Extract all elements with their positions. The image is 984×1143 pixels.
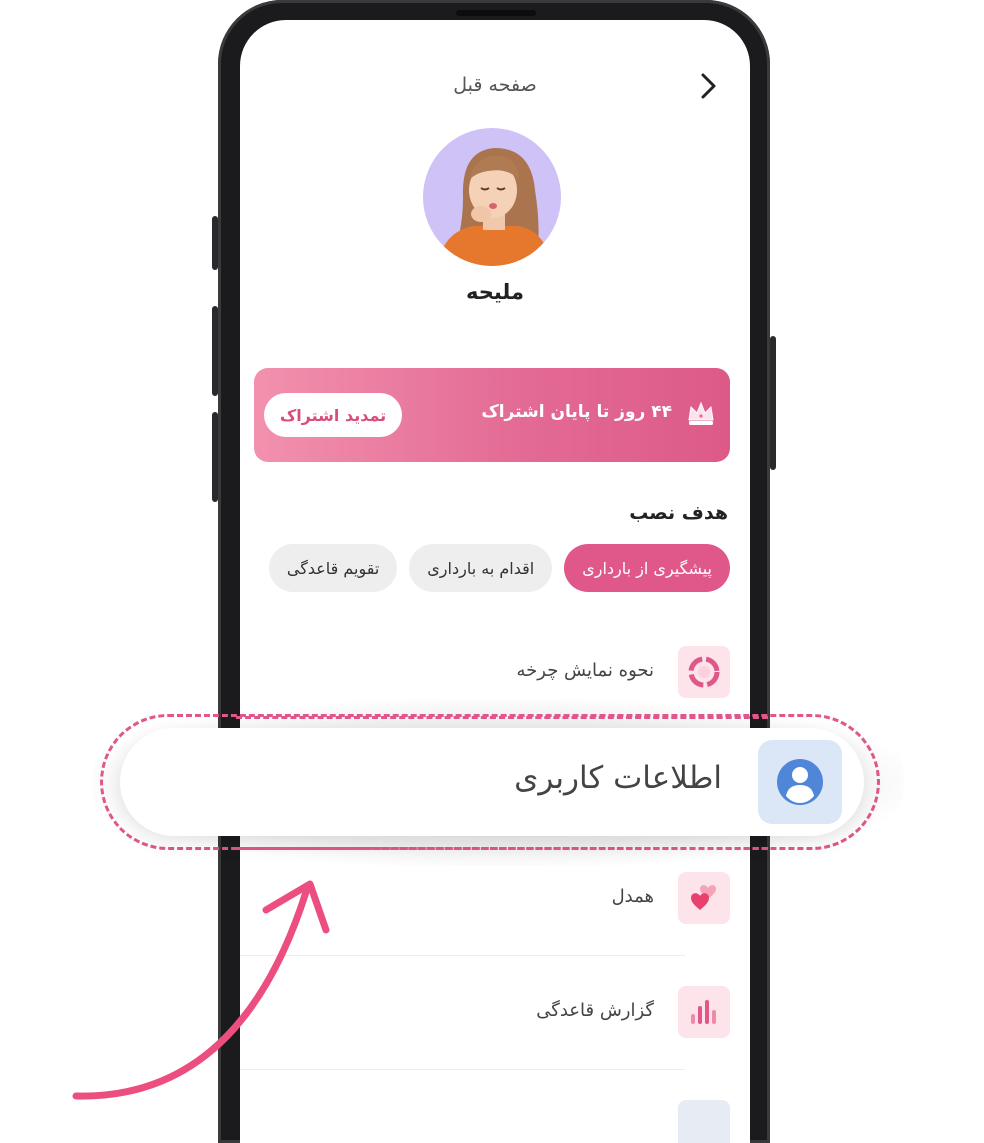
menu-item-user-info[interactable]: اطلاعات کاربری [120, 728, 864, 836]
avatar-illustration [437, 148, 551, 266]
top-bar: صفحه قبل [240, 66, 750, 106]
chevron-right-icon[interactable] [698, 72, 720, 100]
volume-down-button [212, 306, 218, 396]
crown-icon [688, 401, 714, 425]
volume-up-button [212, 216, 218, 270]
subscription-status: ۴۴ روز تا پایان اشتراک [481, 402, 672, 422]
goal-chips: پیشگیری از بارداری اقدام به بارداری تقوی… [268, 544, 730, 592]
menu-item-label: اطلاعات کاربری [514, 760, 722, 796]
chip-period-calendar[interactable]: تقویم قاعدگی [268, 544, 398, 592]
menu-item-label: همدل [611, 886, 654, 907]
menu-item-label: نحوه نمایش چرخه [516, 660, 655, 681]
silent-switch [212, 412, 218, 502]
back-label[interactable]: صفحه قبل [240, 74, 750, 96]
renew-subscription-button[interactable]: تمدید اشتراک [264, 393, 402, 437]
profile-name: ملیحه [465, 280, 525, 304]
chip-contraception[interactable]: پیشگیری از بارداری [564, 544, 730, 592]
power-button [770, 336, 776, 470]
subscription-banner: ۴۴ روز تا پایان اشتراک تمدید اشتراک [254, 368, 730, 462]
menu-item-label: گزارش قاعدگی [536, 1000, 654, 1021]
menu-item-cycle-display[interactable]: نحوه نمایش چرخه [240, 646, 750, 702]
speaker-slot [456, 10, 536, 16]
hearts-icon [678, 872, 730, 924]
chip-trying-to-conceive[interactable]: اقدام به بارداری [409, 544, 553, 592]
bar-chart-icon [678, 986, 730, 1038]
cycle-icon [678, 646, 730, 698]
avatar[interactable] [423, 128, 561, 266]
user-icon [758, 740, 842, 824]
settings-icon [678, 1100, 730, 1143]
pointer-arrow-icon [72, 880, 330, 1100]
goal-title: هدف نصب [629, 502, 728, 524]
